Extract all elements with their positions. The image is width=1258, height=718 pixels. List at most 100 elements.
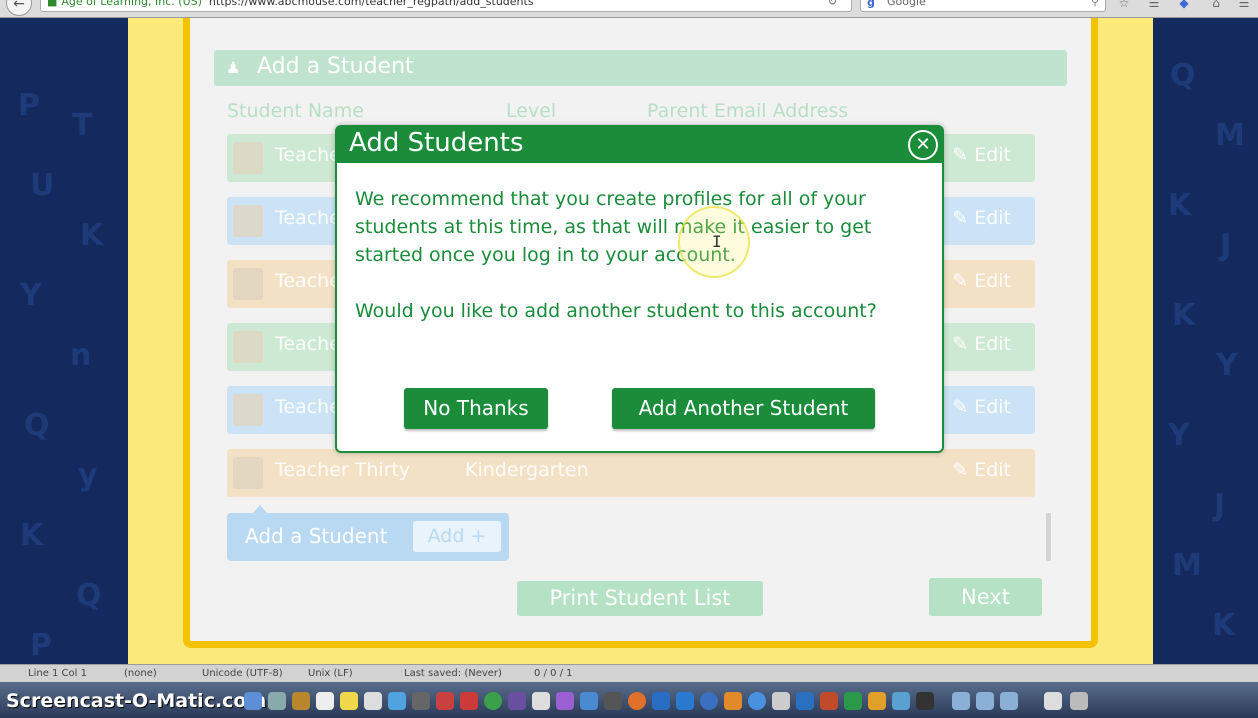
dialog-message: We recommend that you create profiles fo… xyxy=(355,188,872,266)
section-header: ♟ Add a Student xyxy=(214,50,1067,86)
close-icon[interactable]: ✕ xyxy=(908,130,938,160)
add-another-student-button[interactable]: Add Another Student xyxy=(612,388,875,429)
calendar-icon[interactable] xyxy=(316,692,334,710)
lock-icon: ■ xyxy=(47,0,58,8)
edit-button[interactable]: ✎ Edit xyxy=(952,396,1011,418)
bookmark-star-icon[interactable]: ☆ xyxy=(1116,0,1132,12)
app-icon[interactable] xyxy=(604,692,622,710)
encoding-select[interactable]: Unicode (UTF-8) xyxy=(202,668,283,679)
app-icon[interactable] xyxy=(868,692,886,710)
student-level: Kindergarten xyxy=(465,459,589,481)
app-icon[interactable] xyxy=(532,692,550,710)
app-icon[interactable] xyxy=(436,692,454,710)
site-identity: Age of Learning, Inc. (US) xyxy=(61,0,202,8)
edit-button[interactable]: ✎ Edit xyxy=(952,207,1011,229)
add-students-dialog: Add Students ✕ We recommend that you cre… xyxy=(335,125,944,453)
reload-icon[interactable]: ↻ xyxy=(828,0,837,9)
app-icon[interactable] xyxy=(772,692,790,710)
folder-icon[interactable] xyxy=(1000,692,1018,710)
extension-icon[interactable]: ◆ xyxy=(1176,0,1192,12)
app-icon[interactable] xyxy=(676,692,694,710)
messages-icon[interactable] xyxy=(388,692,406,710)
menu-icon[interactable]: ☰ xyxy=(1236,0,1252,12)
folder-icon[interactable] xyxy=(976,692,994,710)
edit-label: Edit xyxy=(974,207,1011,229)
avatar xyxy=(233,457,263,489)
dock: Screencast-O-Matic.com xyxy=(0,682,1258,718)
bookmarks-icon[interactable]: ☰ xyxy=(1146,0,1162,12)
app-icon[interactable] xyxy=(268,692,286,710)
next-button[interactable]: Next xyxy=(929,578,1042,616)
browser-toolbar: ← ■ Age of Learning, Inc. (US) https://ww… xyxy=(0,0,1258,18)
edit-button[interactable]: ✎ Edit xyxy=(952,270,1011,292)
edit-label: Edit xyxy=(974,396,1011,418)
word-icon[interactable] xyxy=(652,692,670,710)
edit-button[interactable]: ✎ Edit xyxy=(952,333,1011,355)
avatar xyxy=(233,394,263,426)
search-box[interactable]: g Google ⚲ xyxy=(860,0,1106,12)
add-student-label: Add a Student xyxy=(245,524,388,548)
column-header-level: Level xyxy=(506,100,557,122)
status-bar: Line 1 Col 1 (none) Unicode (UTF-8) Unix… xyxy=(0,664,1258,682)
app-icon[interactable] xyxy=(892,692,910,710)
line-endings-select[interactable]: Unix (LF) xyxy=(308,668,353,679)
no-thanks-button[interactable]: No Thanks xyxy=(404,388,548,429)
section-title: Add a Student xyxy=(257,54,414,79)
folder-icon[interactable] xyxy=(952,692,970,710)
cursor-position: Line 1 Col 1 xyxy=(28,668,87,679)
edit-label: Edit xyxy=(974,270,1011,292)
dialog-body: We recommend that you create profiles fo… xyxy=(355,185,930,325)
app-icon[interactable] xyxy=(460,692,478,710)
app-icon[interactable] xyxy=(1044,692,1062,710)
firefox-icon[interactable] xyxy=(628,692,646,710)
dialog-header: Add Students ✕ xyxy=(337,127,942,163)
person-icon: ♟ xyxy=(226,58,241,77)
scrollbar[interactable] xyxy=(1046,513,1051,561)
finder-icon[interactable] xyxy=(244,692,262,710)
edit-label: Edit xyxy=(974,459,1011,481)
app-icon[interactable] xyxy=(724,692,742,710)
google-icon: g xyxy=(867,0,875,9)
app-icon[interactable] xyxy=(292,692,310,710)
avatar xyxy=(233,268,263,300)
excel-icon[interactable] xyxy=(844,692,862,710)
notes-icon[interactable] xyxy=(340,692,358,710)
column-header-email: Parent Email Address xyxy=(647,100,849,122)
powerpoint-icon[interactable] xyxy=(820,692,838,710)
back-button[interactable]: ← xyxy=(6,0,32,16)
text-cursor-icon: I xyxy=(712,232,722,251)
add-button[interactable]: Add + xyxy=(413,521,501,552)
app-icon[interactable] xyxy=(580,692,598,710)
trash-icon[interactable] xyxy=(1070,692,1088,710)
app-store-icon[interactable] xyxy=(748,692,766,710)
print-student-list-button[interactable]: Print Student List xyxy=(517,581,763,616)
edit-button[interactable]: ✎ Edit xyxy=(952,144,1011,166)
student-name: Teacher Thirty xyxy=(275,459,411,481)
app-icon[interactable] xyxy=(700,692,718,710)
app-icon[interactable] xyxy=(508,692,526,710)
table-row: Teacher Thirty Kindergarten ✎ Edit xyxy=(227,449,1035,497)
home-icon[interactable]: ⌂ xyxy=(1208,0,1224,12)
avatar xyxy=(233,205,263,237)
app-icon[interactable] xyxy=(364,692,382,710)
address-bar[interactable]: ■ Age of Learning, Inc. (US) https://www.… xyxy=(40,0,852,12)
edit-button[interactable]: ✎ Edit xyxy=(952,459,1011,481)
edit-label: Edit xyxy=(974,333,1011,355)
search-icon[interactable]: ⚲ xyxy=(1091,0,1099,9)
app-icon[interactable] xyxy=(556,692,574,710)
app-icon[interactable] xyxy=(796,692,814,710)
dialog-question: Would you like to add another student to… xyxy=(355,300,877,322)
screencast-watermark: Screencast-O-Matic.com xyxy=(6,690,267,712)
search-placeholder: Google xyxy=(887,0,926,8)
facetime-icon[interactable] xyxy=(412,692,430,710)
dialog-title: Add Students xyxy=(349,128,524,158)
language-select[interactable]: (none) xyxy=(124,668,157,679)
app-icon[interactable] xyxy=(916,692,934,710)
edit-label: Edit xyxy=(974,144,1011,166)
add-student-panel: Add a Student Add + xyxy=(227,513,509,561)
avatar xyxy=(233,331,263,363)
document-counts: 0 / 0 / 1 xyxy=(534,668,573,679)
url-text: https://www.abcmouse.com/teacher_regpath… xyxy=(208,0,534,8)
avatar xyxy=(233,142,263,174)
chrome-icon[interactable] xyxy=(484,692,502,710)
